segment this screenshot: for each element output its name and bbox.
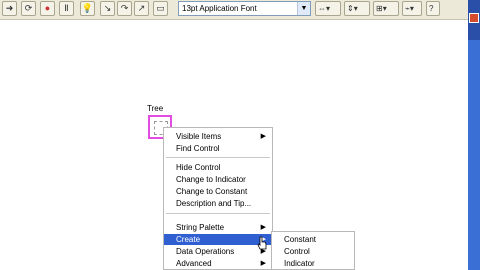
control-label: Tree	[147, 104, 164, 113]
menu-item-label: Hide Control	[176, 163, 221, 172]
menu-item-label: String Palette	[176, 223, 225, 232]
menu-item-advanced[interactable]: Advanced ▶	[176, 258, 272, 269]
chevron-right-icon: ▶	[260, 133, 266, 140]
close-icon[interactable]	[469, 13, 479, 23]
submenu-item-constant[interactable]: Constant	[284, 234, 316, 245]
step-into-icon[interactable]: ↘	[100, 1, 115, 16]
menu-item-label: Visible Items	[176, 132, 222, 141]
menu-item-visible-items[interactable]: Visible Items ▶	[176, 131, 272, 142]
menu-item-label: Data Operations	[176, 247, 235, 256]
save-icon[interactable]: ▭	[153, 1, 168, 16]
submenu-item-control[interactable]: Control	[284, 246, 310, 257]
resize-objects-button[interactable]: ⊞▾	[373, 1, 399, 16]
toolbar: ➜ ⟳ ● Ⅱ 💡 ↘ ↷ ↗ ▭ 13pt Application Font …	[0, 0, 480, 20]
create-submenu: Constant Control Indicator	[271, 231, 355, 270]
reorder-button[interactable]: ⌁▾	[402, 1, 422, 16]
menu-item-label: Description and Tip...	[176, 199, 252, 208]
menu-item-label: Advanced	[176, 259, 212, 268]
menu-item-label: Change to Indicator	[176, 175, 246, 184]
submenu-item-indicator[interactable]: Indicator	[284, 258, 315, 269]
bulb-icon[interactable]: 💡	[80, 1, 95, 16]
abort-icon[interactable]: ●	[40, 1, 55, 16]
menu-item-find-control[interactable]: Find Control	[176, 143, 220, 154]
menu-separator	[166, 157, 270, 158]
distribute-objects-button[interactable]: ⇕▾	[344, 1, 370, 16]
menu-item-label: Create	[176, 235, 201, 244]
menu-item-change-to-indicator[interactable]: Change to Indicator	[176, 174, 246, 185]
menu-item-description-and-tip[interactable]: Description and Tip...	[176, 198, 251, 209]
step-over-icon[interactable]: ↷	[117, 1, 132, 16]
menu-item-create[interactable]: Create ▶	[164, 234, 272, 245]
step-out-icon[interactable]: ↗	[134, 1, 149, 16]
chevron-down-icon: ▼	[297, 2, 310, 15]
window-scrollbar	[468, 0, 480, 270]
run-continuous-icon[interactable]: ⟳	[21, 1, 36, 16]
menu-item-label: Change to Constant	[176, 187, 248, 196]
align-objects-button[interactable]: ⇔▾	[315, 1, 341, 16]
chevron-right-icon: ▶	[260, 260, 266, 267]
font-select[interactable]: 13pt Application Font ▼	[178, 1, 311, 16]
menu-item-hide-control[interactable]: Hide Control	[176, 162, 220, 173]
menu-item-change-to-constant[interactable]: Change to Constant	[176, 186, 247, 197]
hand-cursor-icon	[257, 236, 267, 250]
chevron-right-icon: ▶	[260, 224, 266, 231]
menu-separator	[166, 213, 270, 214]
pause-icon[interactable]: Ⅱ	[59, 1, 74, 16]
run-arrow-icon[interactable]: ➜	[2, 1, 17, 16]
menu-item-string-palette[interactable]: String Palette ▶	[176, 222, 272, 233]
font-select-value: 13pt Application Font	[182, 4, 257, 13]
help-button[interactable]: ?	[426, 1, 440, 16]
menu-item-label: Find Control	[176, 144, 220, 153]
